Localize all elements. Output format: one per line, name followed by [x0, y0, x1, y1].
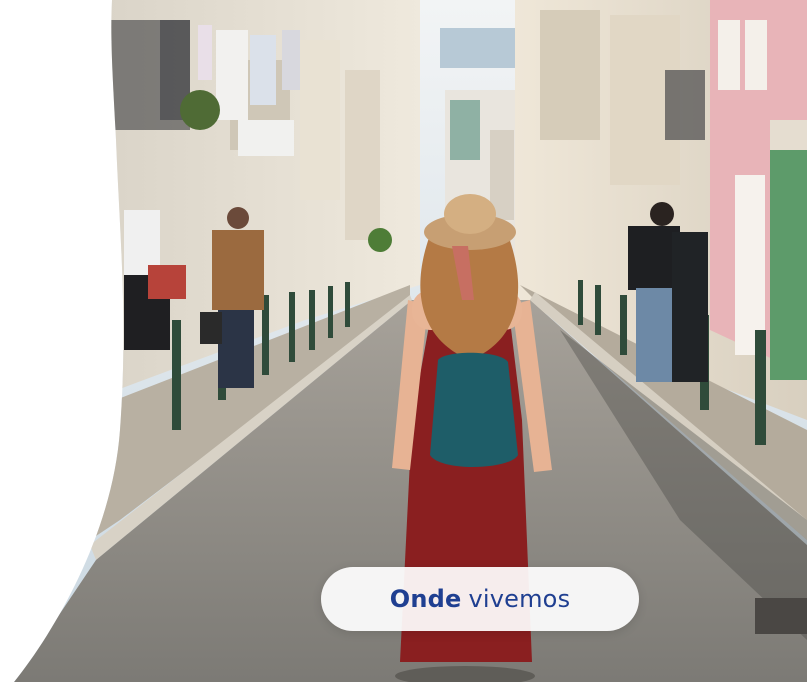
- page: Onde vivemos: [0, 0, 807, 682]
- cta-bold-text: Onde: [389, 585, 462, 613]
- onde-vivemos-button[interactable]: Onde vivemos: [321, 567, 639, 631]
- cta-regular-text: vivemos: [468, 585, 571, 613]
